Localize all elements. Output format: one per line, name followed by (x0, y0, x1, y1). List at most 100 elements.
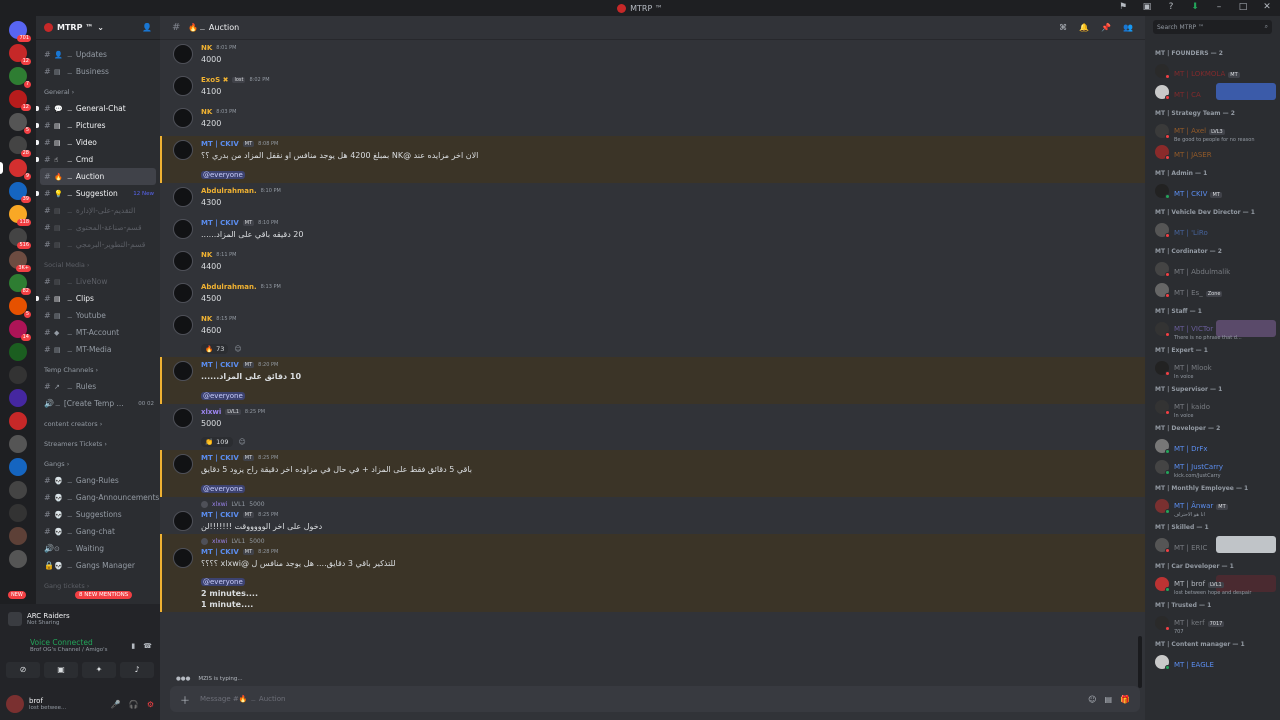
member-item[interactable]: MT | Ânwar MT انا هو الاحتراف (1145, 495, 1280, 518)
author-name[interactable]: MT | CKIV (201, 219, 239, 227)
channel-item[interactable]: # ▤ ﹘ Clips (36, 290, 160, 307)
server-icon[interactable]: 28 (9, 136, 31, 157)
server-icon[interactable] (9, 389, 27, 407)
channel-item[interactable]: # 💀 ﹘ Gang-Rules (36, 472, 160, 489)
avatar[interactable] (173, 251, 193, 271)
channel-category[interactable]: Gangs › (36, 452, 160, 472)
server-icon[interactable]: 12 (9, 44, 31, 65)
member-item[interactable]: MT | JASER (1145, 141, 1280, 162)
screen-icon[interactable]: ▣ (1140, 2, 1154, 12)
sticker-icon[interactable]: ▤ (1104, 695, 1112, 704)
author-name[interactable]: NK (201, 251, 212, 259)
reply-preview[interactable]: xlxwi LVL1 5000 (201, 536, 1135, 546)
server-icon[interactable]: 5 (9, 297, 31, 318)
server-icon[interactable] (9, 504, 27, 522)
channel-item[interactable]: # 🔥 ﹘ Auction (40, 168, 156, 185)
author-name[interactable]: MT | CKIV (201, 361, 239, 369)
close-icon[interactable]: ✕ (1260, 2, 1274, 12)
emoji-icon[interactable]: ☺ (1088, 695, 1096, 704)
signal-icon[interactable]: ▮ (131, 642, 135, 650)
author-name[interactable]: MT | CKIV (201, 140, 239, 148)
channel-item[interactable]: # ▤ ﹘ LiveNow (36, 273, 160, 290)
avatar[interactable] (173, 315, 193, 335)
server-icon[interactable]: 9 (0, 159, 31, 180)
server-icon[interactable]: 701 (9, 21, 31, 42)
download-icon[interactable]: ⬇ (1188, 2, 1202, 12)
member-item[interactable]: MT | brof LVL1 lost between hope and despa… (1145, 573, 1280, 596)
channel-item[interactable]: # 💬 ﹘ General-Chat (36, 100, 160, 117)
member-item[interactable]: MT | LOKMOLA MT (1145, 60, 1280, 81)
server-icon[interactable] (9, 550, 27, 568)
author-name[interactable]: NK (201, 315, 212, 323)
channel-item[interactable]: # ▤ ﹘ قسم-صناعة-المحتوى (36, 219, 160, 236)
channel-item[interactable]: # 💀 ﹘ Gang-chat (36, 523, 160, 540)
server-icon[interactable]: 82 (9, 274, 31, 295)
member-item[interactable]: MT | Es_ Zone (1145, 279, 1280, 300)
channel-item[interactable]: # ◆ ﹘ MT-Account (36, 324, 160, 341)
author-name[interactable]: ExoS ✖ (201, 76, 228, 84)
voice-connected[interactable]: Voice Connected Brof OG's Channel / Amig… (0, 634, 160, 660)
server-icon[interactable] (9, 527, 27, 545)
channel-item[interactable]: # ↗ ﹘ Rules (36, 378, 160, 395)
maximize-icon[interactable]: □ (1236, 2, 1250, 12)
channel-category[interactable]: Streamers Tickets › (36, 432, 160, 452)
minimize-icon[interactable]: – (1212, 2, 1226, 12)
server-icon[interactable] (9, 435, 27, 453)
deafen-icon[interactable]: 🎧 (129, 700, 139, 709)
channel-item[interactable]: # 💀 ﹘ Gang-Announcements (36, 489, 160, 506)
server-icon[interactable] (9, 366, 27, 384)
member-item[interactable]: MT | ERIC (1145, 534, 1280, 555)
server-icon[interactable]: 14 (9, 320, 31, 341)
add-reaction-icon[interactable]: ☺ (239, 438, 246, 446)
settings-gear-icon[interactable]: ⚙ (147, 700, 154, 709)
member-item[interactable]: MT | kerf 7017 707 (1145, 612, 1280, 635)
author-name[interactable]: Abdulrahman. (201, 187, 257, 195)
new-mentions-pill[interactable]: 8 NEW MENTIONS (75, 591, 133, 599)
server-header[interactable]: MTRP ™ ⌄ 👤 (36, 16, 160, 40)
member-item[interactable]: MT | kaido In voice (1145, 396, 1280, 419)
server-icon[interactable] (9, 458, 27, 476)
new-pill[interactable]: NEW (8, 591, 26, 599)
search-input[interactable]: Search MTRP ™ ⌕ (1153, 20, 1272, 34)
disconnect-icon[interactable]: ☎ (143, 642, 152, 650)
member-item[interactable]: MT | CA (1145, 81, 1280, 102)
members-icon[interactable]: 👥 (1123, 23, 1133, 32)
server-icon[interactable]: 7 (9, 67, 31, 88)
avatar[interactable] (173, 283, 193, 303)
reply-preview[interactable]: xlxwi LVL1 5000 (201, 499, 1135, 509)
avatar[interactable] (173, 454, 193, 474)
author-name[interactable]: NK (201, 108, 212, 116)
member-item[interactable]: MT | Axel LVL3 Be good to people for no re… (1145, 120, 1280, 143)
avatar[interactable] (173, 108, 193, 128)
avatar[interactable] (173, 548, 193, 568)
author-name[interactable]: MT | CKIV (201, 454, 239, 462)
channel-item[interactable]: # ▤ ﹘ Pictures (36, 117, 160, 134)
server-icon[interactable]: 12 (9, 90, 31, 111)
channel-item[interactable]: # ▤ ﹘ Business (36, 63, 160, 80)
author-name[interactable]: xlxwi (201, 408, 221, 416)
member-item[interactable]: MT | CKIV MT (1145, 180, 1280, 201)
server-icon[interactable] (9, 481, 27, 499)
member-item[interactable]: MT | 'LiRo (1145, 219, 1280, 240)
soundboard-button[interactable]: ♪ (120, 662, 154, 678)
member-item[interactable]: MT | Abdulmalik (1145, 258, 1280, 279)
server-icon[interactable]: 39 (9, 182, 31, 203)
channel-item[interactable]: # ▤ ﹘ Youtube (36, 307, 160, 324)
everyone-mention[interactable]: @everyone (201, 485, 245, 493)
member-item[interactable]: MT | Mlook In voice (1145, 357, 1280, 380)
bell-icon[interactable]: 🔔 (1079, 23, 1089, 32)
channel-category[interactable]: Temp Channels › (36, 358, 160, 378)
reaction-button[interactable]: 👏 109 (201, 437, 233, 447)
author-name[interactable]: Abdulrahman. (201, 283, 257, 291)
scrollbar[interactable] (1138, 636, 1142, 688)
activities-button[interactable]: ✦ (82, 662, 116, 678)
everyone-mention[interactable]: @everyone (201, 392, 245, 400)
channel-item[interactable]: # ▤ ﹘ قسم-التطوير-البرمجي (36, 236, 160, 253)
help-icon[interactable]: ? (1164, 2, 1178, 12)
avatar[interactable] (173, 187, 193, 207)
server-icon[interactable]: 118 (9, 205, 31, 226)
avatar[interactable] (173, 76, 193, 96)
everyone-mention[interactable]: @everyone (201, 578, 245, 586)
attach-plus-icon[interactable]: ＋ (180, 692, 190, 707)
avatar[interactable] (173, 511, 193, 531)
